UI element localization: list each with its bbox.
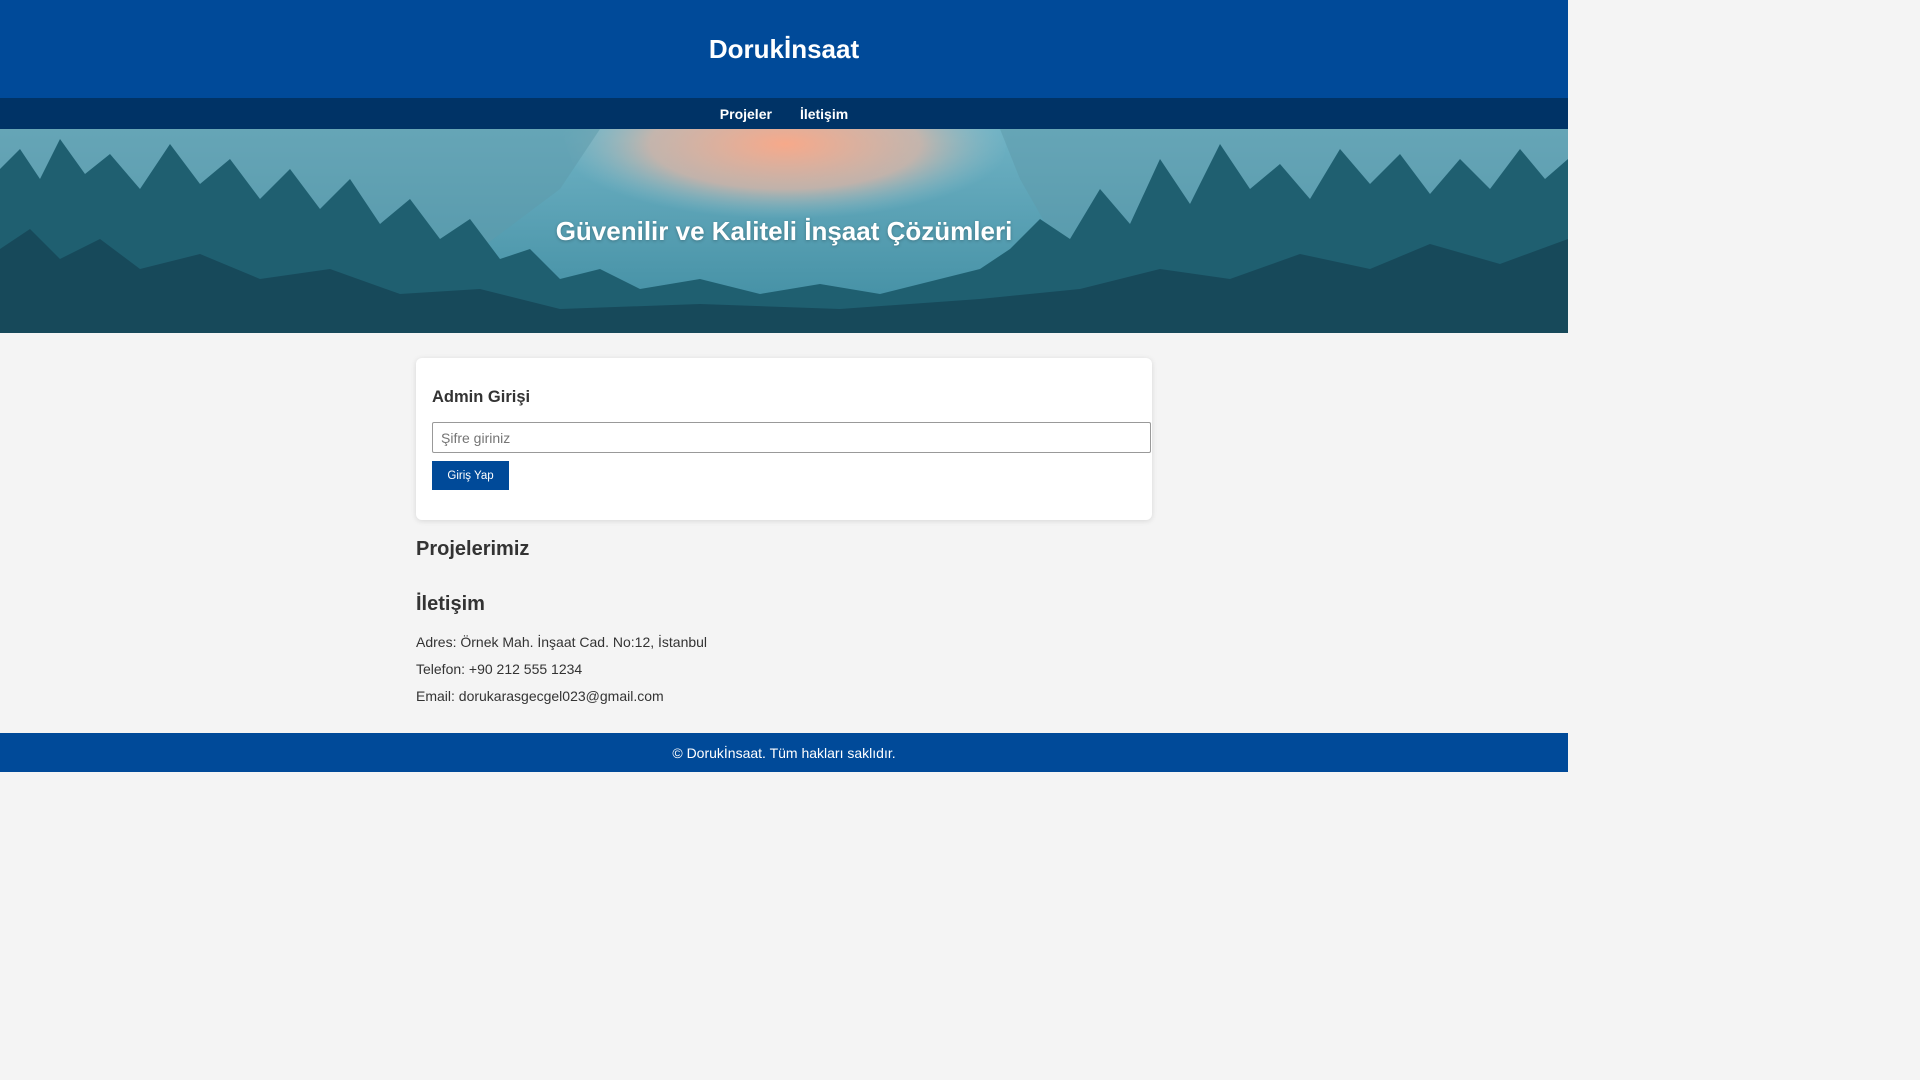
nav-link-projects[interactable]: Projeler	[720, 106, 772, 122]
main-nav: Projeler İletişim	[0, 98, 1568, 129]
nav-link-contact[interactable]: İletişim	[800, 106, 848, 122]
admin-login-title: Admin Girişi	[432, 388, 531, 406]
login-button[interactable]: Giriş Yap	[432, 461, 509, 490]
admin-login-card: Admin Girişi Giriş Yap	[416, 358, 1152, 520]
password-input[interactable]	[432, 422, 1151, 453]
hero-title: Güvenilir ve Kaliteli İnşaat Çözümleri	[555, 215, 1013, 246]
projects-heading: Projelerimiz	[416, 538, 530, 560]
contact-email: Email: dorukarasgecgel023@gmail.com	[416, 688, 664, 704]
contact-heading: İletişim	[416, 593, 485, 615]
site-header: Dorukİnsaat	[0, 0, 1568, 98]
main-content: Admin Girişi Giriş Yap Projelerimiz İlet…	[416, 358, 1152, 704]
contact-address: Adres: Örnek Mah. İnşaat Cad. No:12, İst…	[416, 634, 708, 650]
hero-banner: Güvenilir ve Kaliteli İnşaat Çözümleri	[0, 129, 1568, 333]
site-title: Dorukİnsaat	[708, 33, 860, 64]
site-footer: © Dorukİnsaat. Tüm hakları saklıdır.	[0, 733, 1568, 772]
contact-phone: Telefon: +90 212 555 1234	[416, 661, 583, 677]
footer-text: © Dorukİnsaat. Tüm hakları saklıdır.	[672, 744, 896, 761]
